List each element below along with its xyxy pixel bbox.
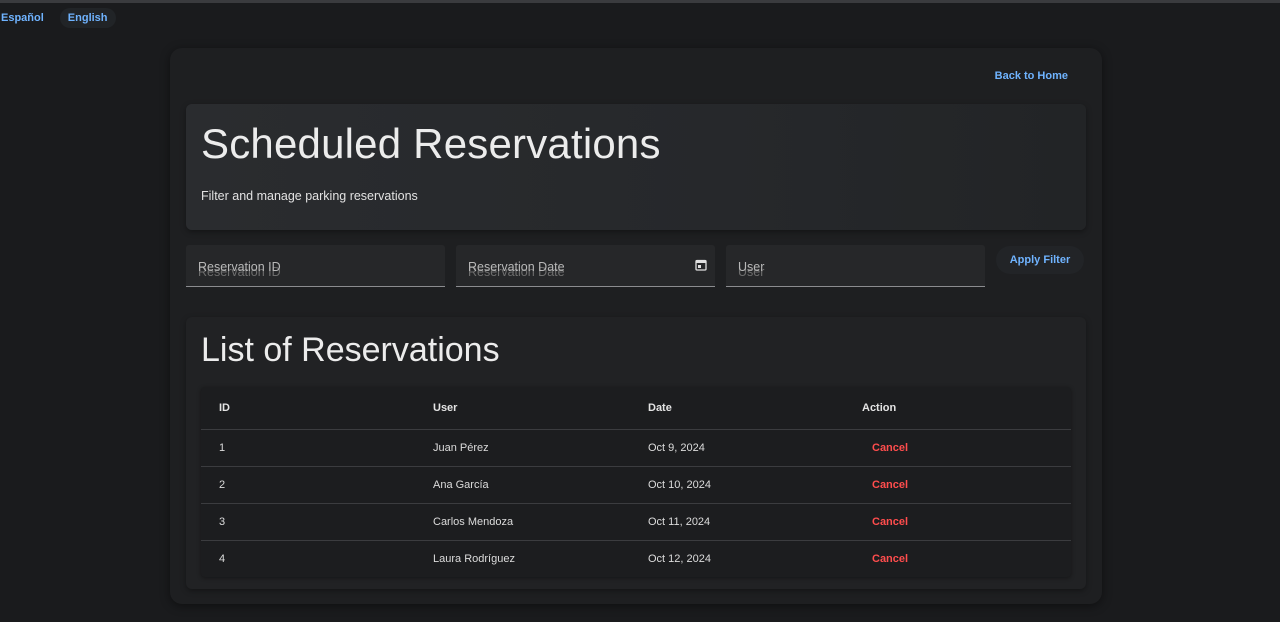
table-row: 2 Ana García Oct 10, 2024 Cancel xyxy=(201,466,1071,503)
cancel-button[interactable]: Cancel xyxy=(872,479,908,491)
cancel-button[interactable]: Cancel xyxy=(872,553,908,565)
filter-bar: Reservation ID Reservation ID Reservatio… xyxy=(186,245,1086,287)
page-header: Scheduled Reservations Filter and manage… xyxy=(186,104,1086,230)
cell-date: Oct 12, 2024 xyxy=(648,553,711,565)
cell-id: 1 xyxy=(219,442,226,454)
page-title: Scheduled Reservations xyxy=(201,120,661,167)
cell-date: Oct 9, 2024 xyxy=(648,442,705,454)
cell-user: Juan Pérez xyxy=(433,442,489,454)
reservation-date-placeholder: Reservation Date xyxy=(468,260,565,274)
reservations-table: ID User Date Action 1 Juan Pérez Oct 9, … xyxy=(201,387,1071,577)
window-top-border xyxy=(0,0,1280,3)
page-subtitle: Filter and manage parking reservations xyxy=(201,189,418,203)
cell-id: 4 xyxy=(219,553,226,565)
column-header-action: Action xyxy=(862,402,897,414)
column-header-id: ID xyxy=(219,402,230,414)
cell-id: 3 xyxy=(219,516,226,528)
cancel-button[interactable]: Cancel xyxy=(872,442,908,454)
table-row: 4 Laura Rodríguez Oct 12, 2024 Cancel xyxy=(201,540,1071,577)
cell-user: Ana García xyxy=(433,479,489,491)
cell-id: 2 xyxy=(219,479,226,491)
column-header-date: Date xyxy=(648,402,672,414)
language-spanish-button[interactable]: Español xyxy=(0,8,50,28)
reservations-panel: Back to Home Scheduled Reservations Filt… xyxy=(170,48,1102,604)
cell-user: Laura Rodríguez xyxy=(433,553,515,565)
reservation-date-field[interactable]: Reservation Date Reservation Date xyxy=(456,245,715,287)
reservation-id-placeholder: Reservation ID xyxy=(198,260,281,274)
reservation-id-field[interactable]: Reservation ID Reservation ID xyxy=(186,245,445,287)
apply-filter-button[interactable]: Apply Filter xyxy=(996,246,1084,274)
list-title: List of Reservations xyxy=(201,331,500,369)
cell-date: Oct 10, 2024 xyxy=(648,479,711,491)
cell-user: Carlos Mendoza xyxy=(433,516,514,528)
table-header-row: ID User Date Action xyxy=(201,387,1071,429)
cell-date: Oct 11, 2024 xyxy=(648,516,711,528)
language-english-button[interactable]: English xyxy=(59,8,116,28)
user-placeholder: User xyxy=(738,260,765,274)
table-row: 1 Juan Pérez Oct 9, 2024 Cancel xyxy=(201,429,1071,466)
user-field[interactable]: User User xyxy=(726,245,985,287)
calendar-icon[interactable] xyxy=(695,259,707,271)
column-header-user: User xyxy=(433,402,458,414)
table-row: 3 Carlos Mendoza Oct 11, 2024 Cancel xyxy=(201,503,1071,540)
cancel-button[interactable]: Cancel xyxy=(872,516,908,528)
reservations-list-card: List of Reservations ID User Date Action… xyxy=(186,317,1086,589)
back-to-home-link[interactable]: Back to Home xyxy=(995,70,1068,82)
language-switcher: Español English xyxy=(0,6,116,30)
